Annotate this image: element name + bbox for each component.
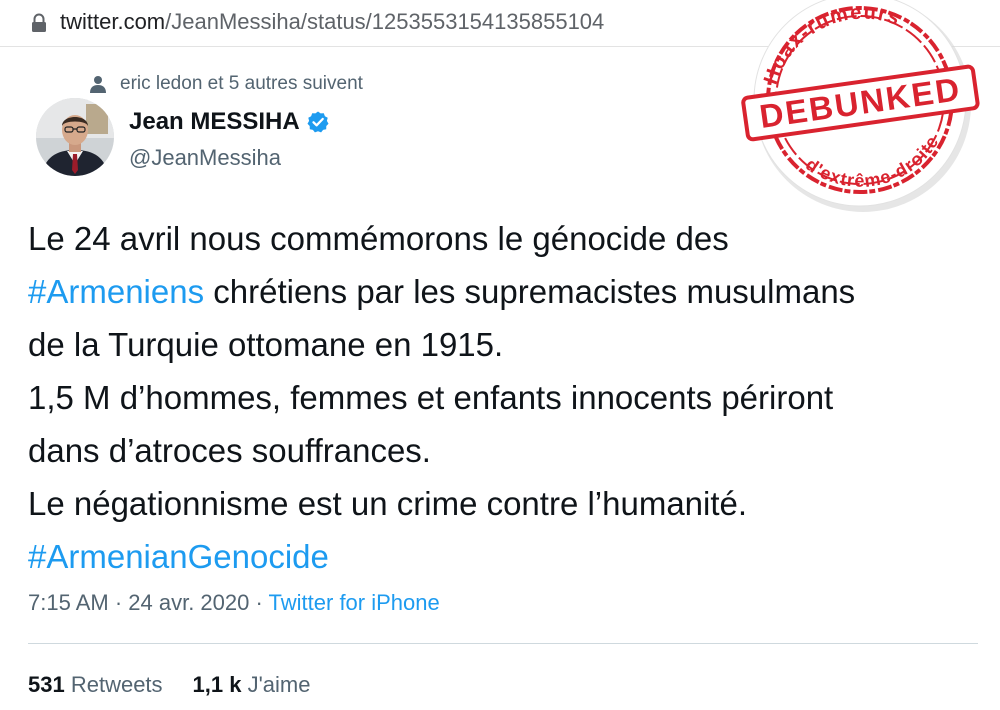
tweet-line-text: de la Turquie ottomane en 1915. — [28, 326, 504, 363]
tweet-line: de la Turquie ottomane en 1915. — [28, 318, 988, 371]
verified-badge-icon — [307, 111, 329, 133]
display-name-text: Jean MESSIHA — [129, 108, 300, 135]
retweets-stat[interactable]: 531 Retweets — [28, 672, 163, 697]
page: twitter.com/JeanMessiha/status/125355315… — [0, 0, 1000, 710]
display-name[interactable]: Jean MESSIHA — [129, 108, 330, 136]
meta-separator: · — [249, 590, 269, 615]
divider — [28, 643, 978, 644]
meta-separator: · — [108, 590, 129, 615]
tweet-stats: 531 Retweets 1,1 k J'aime — [28, 672, 310, 698]
person-icon — [90, 76, 106, 93]
retweets-label: Retweets — [64, 672, 163, 697]
likes-count: 1,1 k — [192, 672, 242, 697]
tweet-line: #ArmenianGenocide — [28, 530, 988, 583]
tweet-line: Le négationnisme est un crime contre l’h… — [28, 477, 988, 530]
tweet-line-text: Le négationnisme est un crime contre l’h… — [28, 485, 748, 522]
tweet-line-text: Le 24 avril nous commémorons le génocide… — [28, 220, 729, 257]
tweet-line-text: 1,5 M d’hommes, femmes et enfants innoce… — [28, 379, 834, 416]
debunked-stamp: Hoax-rumeurs d'extrême-droite DEBUNKED — [741, 0, 980, 212]
tweet-time[interactable]: 7:15 AM — [28, 590, 109, 615]
likes-label: J'aime — [241, 672, 311, 697]
social-context-text: eric ledon et 5 autres suivent — [120, 73, 363, 94]
tweet-line: 1,5 M d’hommes, femmes et enfants innoce… — [28, 371, 988, 424]
retweets-count: 531 — [28, 672, 65, 697]
tweet-meta: 7:15 AM · 24 avr. 2020 · Twitter for iPh… — [28, 590, 440, 616]
url-path: /JeanMessiha/status/1253553154135855104 — [165, 9, 605, 34]
tweet-source-link[interactable]: Twitter for iPhone — [269, 590, 440, 615]
tweet-line: #Armeniens chrétiens par les supremacist… — [28, 265, 988, 318]
handle[interactable]: @JeanMessiha — [129, 145, 281, 171]
likes-stat[interactable]: 1,1 k J'aime — [193, 672, 311, 697]
hashtag-link[interactable]: #ArmenianGenocide — [28, 538, 329, 575]
tweet-line: dans d’atroces souffrances. — [28, 424, 988, 477]
url-host: twitter.com — [60, 9, 166, 34]
social-context[interactable]: eric ledon et 5 autres suivent — [90, 72, 363, 96]
lock-icon[interactable] — [30, 13, 48, 33]
tweet-text: Le 24 avril nous commémorons le génocide… — [28, 212, 988, 583]
url-text[interactable]: twitter.com/JeanMessiha/status/125355315… — [60, 9, 604, 35]
avatar-image — [36, 98, 114, 176]
tweet-line-text: dans d’atroces souffrances. — [28, 432, 431, 469]
hashtag-link[interactable]: #Armeniens — [28, 273, 204, 310]
tweet-line-text: chrétiens par les supremacistes musulman… — [204, 273, 856, 310]
tweet-line: Le 24 avril nous commémorons le génocide… — [28, 212, 988, 265]
avatar[interactable] — [36, 98, 114, 176]
tweet-date[interactable]: 24 avr. 2020 — [128, 590, 249, 615]
